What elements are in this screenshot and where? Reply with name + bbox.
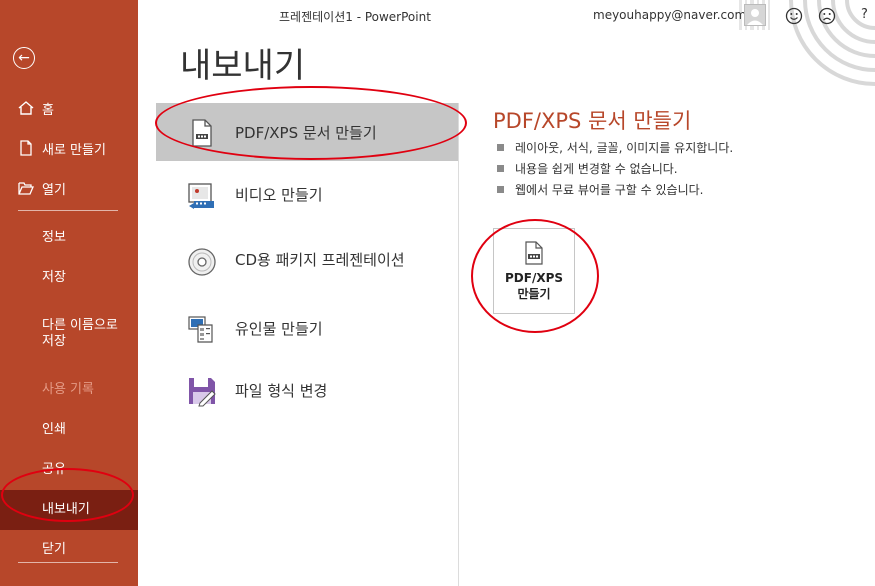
export-option-cd-package[interactable]: CD용 패키지 프레젠테이션 (156, 227, 458, 295)
account-name[interactable]: meyouhappy@naver.com (593, 8, 746, 22)
page-title: 내보내기 (180, 46, 306, 86)
sidebar-item-new[interactable]: 새로 만들기 (0, 128, 138, 168)
help-button[interactable]: ? (861, 7, 868, 22)
avatar[interactable] (744, 4, 766, 26)
sidebar-item-open[interactable]: 열기 (0, 168, 138, 208)
sidebar-item-close[interactable]: 닫기 (0, 530, 138, 570)
export-options-list: PDF/XPS 문서 만들기 비디오 만들기 CD용 패키지 프레젠테이션 유인… (156, 103, 458, 423)
sidebar-item-home[interactable]: 홈 (0, 88, 138, 128)
backstage-sidebar: ← 홈 새로 만들기 열기 정보 저장 다른 이름으로 저장 사용 기록 인쇄 … (0, 0, 138, 586)
export-option-pdf[interactable]: PDF/XPS 문서 만들기 (156, 103, 458, 161)
home-icon (18, 101, 34, 115)
sidebar-item-save[interactable]: 저장 (0, 258, 138, 298)
sidebar-divider (18, 562, 118, 563)
export-option-change-file-type[interactable]: 파일 형식 변경 (156, 361, 458, 419)
video-icon (188, 183, 214, 209)
sidebar-item-print[interactable]: 인쇄 (0, 410, 138, 450)
sidebar-item-save-as[interactable]: 다른 이름으로 저장 (0, 298, 138, 370)
detail-title: PDF/XPS 문서 만들기 (493, 109, 692, 133)
new-document-icon (20, 140, 32, 156)
sidebar-nav: 정보 저장 다른 이름으로 저장 사용 기록 인쇄 공유 내보내기 닫기 (0, 218, 138, 570)
pdf-document-icon (192, 119, 212, 147)
sidebar-top-nav: 홈 새로 만들기 열기 (0, 88, 138, 208)
handout-icon (188, 316, 213, 343)
sidebar-item-info[interactable]: 정보 (0, 218, 138, 258)
sidebar-item-label: 홈 (42, 102, 54, 118)
export-option-video[interactable]: 비디오 만들기 (156, 165, 458, 223)
list-item: 웹에서 무료 뷰어를 구할 수 있습니다. (497, 179, 733, 200)
export-option-label: 비디오 만들기 (235, 185, 323, 204)
sidebar-item-history: 사용 기록 (42, 381, 94, 397)
panel-divider (458, 103, 459, 586)
list-item: 레이아웃, 서식, 글꼴, 이미지를 유지합니다. (497, 137, 733, 158)
export-option-handouts[interactable]: 유인물 만들기 (156, 299, 458, 357)
create-pdf-xps-button[interactable]: PDF/XPS 만들기 (493, 228, 575, 314)
export-option-label: PDF/XPS 문서 만들기 (235, 123, 377, 142)
bullet-icon (497, 165, 504, 172)
export-option-label: CD용 패키지 프레젠테이션 (235, 251, 405, 270)
window-title: 프레젠테이션1 - PowerPoint (279, 10, 431, 24)
detail-bullets: 레이아웃, 서식, 글꼴, 이미지를 유지합니다. 내용을 쉽게 변경할 수 없… (497, 137, 733, 200)
sidebar-item-export[interactable]: 내보내기 (0, 490, 138, 530)
cd-icon (188, 248, 216, 276)
list-item: 내용을 쉽게 변경할 수 없습니다. (497, 158, 733, 179)
bullet-icon (497, 144, 504, 151)
sidebar-item-label: 새로 만들기 (42, 142, 106, 158)
sidebar-item-label: 열기 (42, 182, 66, 198)
folder-open-icon (18, 182, 34, 195)
export-option-label: 유인물 만들기 (235, 319, 323, 338)
sidebar-item-share[interactable]: 공유 (0, 450, 138, 490)
sidebar-divider (18, 210, 118, 211)
pdf-document-icon (525, 241, 543, 265)
frown-feedback-icon[interactable] (818, 7, 836, 25)
save-disk-icon (189, 378, 216, 407)
bullet-icon (497, 186, 504, 193)
export-option-label: 파일 형식 변경 (235, 381, 328, 400)
title-bar: 프레젠테이션1 - PowerPoint meyouhappy@naver.co… (138, 0, 875, 86)
back-arrow-icon[interactable]: ← (13, 47, 35, 69)
create-button-label: PDF/XPS 만들기 (504, 271, 564, 301)
smile-feedback-icon[interactable] (785, 7, 803, 25)
